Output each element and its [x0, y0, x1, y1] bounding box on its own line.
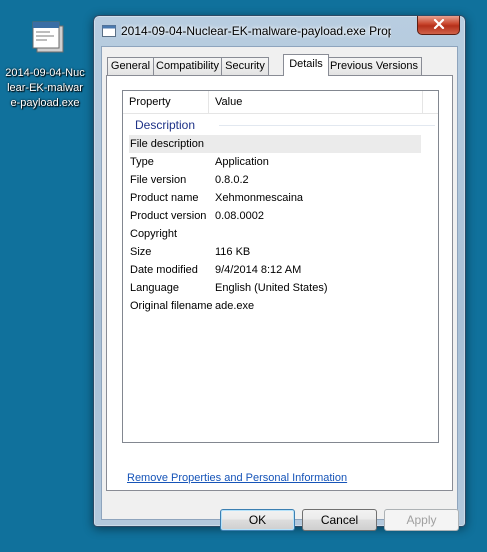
list-item[interactable]: Language English (United States): [129, 279, 421, 297]
tab-general[interactable]: General: [107, 57, 154, 75]
list-item[interactable]: Copyright: [129, 225, 421, 243]
details-panel: Property Value Description File descript…: [106, 75, 453, 491]
property-name: Language: [130, 282, 179, 294]
list-header: Property Value: [123, 91, 438, 114]
tab-previous-versions[interactable]: Previous Versions: [326, 57, 422, 75]
properties-window: 2014-09-04-Nuclear-EK-malware-payload.ex…: [93, 15, 466, 531]
close-icon: [433, 18, 445, 32]
property-name: Original filename: [130, 300, 213, 312]
property-value: ade.exe: [215, 300, 255, 312]
property-name: Product name: [130, 192, 199, 204]
property-name: Product version: [130, 210, 207, 222]
window-client-area: General Compatibility Security Details P…: [101, 46, 459, 531]
column-header-value[interactable]: Value: [209, 91, 423, 113]
list-item[interactable]: Product name Xehmonmescaina: [129, 189, 421, 207]
property-value: 0.8.0.2: [215, 174, 249, 186]
desktop-icon-label: 2014-09-04-Nuclear-EK-malware-payload.ex…: [5, 67, 85, 109]
list-item[interactable]: Type Application: [129, 153, 421, 171]
cancel-button[interactable]: Cancel: [302, 509, 377, 531]
property-name: File version: [130, 174, 187, 186]
list-item[interactable]: Original filename ade.exe: [129, 297, 421, 315]
group-divider: [219, 125, 435, 126]
group-header-description[interactable]: Description: [135, 117, 435, 133]
property-name: Type: [130, 156, 154, 168]
property-value: 9/4/2014 8:12 AM: [215, 264, 302, 276]
document-icon: [102, 25, 116, 37]
group-label: Description: [135, 118, 196, 132]
property-value: English (United States): [215, 282, 328, 294]
property-value: 116 KB: [215, 246, 251, 258]
list-item[interactable]: Size 116 KB: [129, 243, 421, 261]
close-button[interactable]: [417, 16, 460, 35]
properties-list[interactable]: Property Value Description File descript…: [122, 90, 439, 443]
column-header-property[interactable]: Property: [123, 91, 209, 113]
list-item[interactable]: File version 0.8.0.2: [129, 171, 421, 189]
property-name: Copyright: [130, 228, 178, 240]
property-value: Application: [215, 156, 269, 168]
apply-button[interactable]: Apply: [384, 509, 459, 531]
property-name: File description: [130, 138, 204, 150]
remove-properties-link[interactable]: Remove Properties and Personal Informati…: [127, 472, 347, 484]
property-value: 0.08.0002: [215, 210, 264, 222]
file-icon: [28, 18, 68, 58]
list-item[interactable]: Date modified 9/4/2014 8:12 AM: [129, 261, 421, 279]
tab-security[interactable]: Security: [221, 57, 269, 75]
title-bar[interactable]: 2014-09-04-Nuclear-EK-malware-payload.ex…: [94, 16, 465, 46]
property-value: Xehmonmescaina: [215, 192, 304, 204]
list-item[interactable]: Product version 0.08.0002: [129, 207, 421, 225]
window-title: 2014-09-04-Nuclear-EK-malware-payload.ex…: [121, 24, 391, 38]
tab-compatibility[interactable]: Compatibility: [153, 57, 222, 75]
property-name: Size: [130, 246, 152, 258]
tab-details[interactable]: Details: [283, 54, 329, 76]
list-item[interactable]: File description: [129, 135, 421, 153]
ok-button[interactable]: OK: [220, 509, 295, 531]
property-name: Date modified: [130, 264, 198, 276]
